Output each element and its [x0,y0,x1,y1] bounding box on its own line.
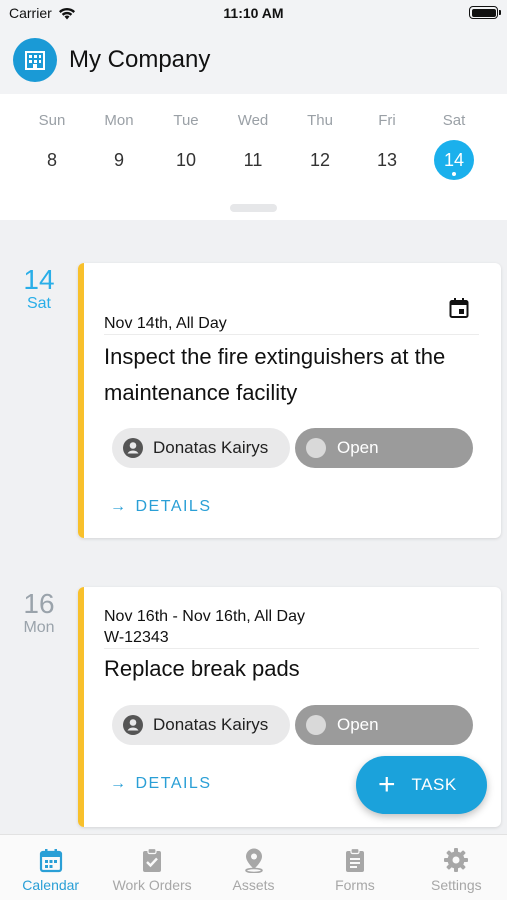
assignee-chip[interactable]: Donatas Kairys [112,705,290,745]
assignee-name: Donatas Kairys [153,438,269,457]
day-number: 13 [376,150,398,170]
date-marker-day: Mon [23,619,55,636]
user-icon [123,715,143,735]
date-marker: 14 Sat [16,265,62,313]
status-chip[interactable]: Open [295,705,473,745]
arrow-right-icon: → [110,498,128,515]
task-card[interactable]: Nov 14th, All Day Inspect the fire extin… [78,263,501,538]
day-name: Thu [307,112,333,129]
clipboard-check-icon [143,847,162,872]
battery-icon [469,6,501,19]
status-label: Open [337,715,379,734]
form-icon [345,847,364,872]
day-name: Wed [237,112,269,129]
clock: 11:10 AM [223,5,284,21]
app-header: My Company [0,26,507,94]
day-tue[interactable]: Tue 10 [156,112,216,180]
details-label: DETAILS [135,775,212,792]
day-thu[interactable]: Thu 12 [290,112,350,180]
add-task-button[interactable]: + TASK [356,756,487,814]
task-accent-bar [78,263,84,538]
day-number: 12 [309,150,331,170]
task-date: Nov 14th, All Day [104,315,227,332]
map-pin-icon [244,848,263,873]
calendar-event-icon[interactable] [449,297,469,319]
status-bar: Carrier 11:10 AM [0,0,507,26]
add-task-label: TASK [411,775,457,794]
day-number: 10 [175,150,197,170]
date-marker-number: 14 [23,264,55,295]
task-title: Replace break pads [104,656,300,681]
details-label: DETAILS [135,498,212,515]
task-accent-bar [78,587,84,827]
gear-icon [444,848,469,872]
day-mon[interactable]: Mon 9 [89,112,149,180]
day-number: 8 [46,150,57,170]
calendar-icon [39,849,62,873]
assignee-chip[interactable]: Donatas Kairys [112,428,290,468]
status-dot [306,715,326,735]
details-link[interactable]: → DETAILS [110,498,212,516]
status-label: Open [337,438,379,457]
tab-work-orders[interactable]: Work Orders [101,835,202,900]
date-marker-day: Sat [26,295,51,312]
day-number: 9 [113,150,124,170]
assignee-name: Donatas Kairys [153,715,269,734]
tab-forms[interactable]: Forms [304,835,405,900]
tab-bar: Calendar Work Orders Assets Forms Settin… [0,834,507,900]
day-name: Sat [442,112,466,129]
tab-label: Work Orders [112,877,192,893]
day-wed[interactable]: Wed 11 [223,112,283,180]
day-name: Fri [378,112,396,129]
divider [104,334,479,335]
day-name: Mon [104,112,134,129]
user-icon [123,438,143,458]
task-date: Nov 16th - Nov 16th, All Day [104,608,305,625]
day-fri[interactable]: Fri 13 [357,112,417,180]
arrow-right-icon: → [110,775,128,792]
day-number-selected: 14 [434,140,474,180]
tab-label: Assets [232,877,275,893]
week-strip: Sun 8 Mon 9 Tue 10 Wed 11 Thu 12 Fri 13 … [0,94,507,220]
drag-handle[interactable] [230,204,277,212]
company-name[interactable]: My Company [69,46,210,74]
tab-label: Settings [431,877,482,893]
task-id: W-12343 [104,629,169,646]
building-icon [25,51,45,70]
date-marker: 16 Mon [16,589,62,637]
plus-icon: + [378,768,396,801]
day-number: 11 [243,150,263,170]
day-sat[interactable]: Sat 14 [424,112,484,180]
company-logo[interactable] [13,38,57,82]
tab-calendar[interactable]: Calendar [0,835,101,900]
divider [104,648,479,649]
status-dot [306,438,326,458]
tab-settings[interactable]: Settings [406,835,507,900]
tab-assets[interactable]: Assets [203,835,304,900]
task-title: Inspect the fire extinguishers at the ma… [104,344,446,405]
day-name: Sun [38,112,66,129]
day-name: Tue [173,112,199,129]
details-link[interactable]: → DETAILS [110,775,212,793]
day-sun[interactable]: Sun 8 [22,112,82,180]
date-marker-number: 16 [23,588,55,619]
tab-label: Calendar [22,877,80,893]
tab-label: Forms [335,877,375,893]
status-chip[interactable]: Open [295,428,473,468]
